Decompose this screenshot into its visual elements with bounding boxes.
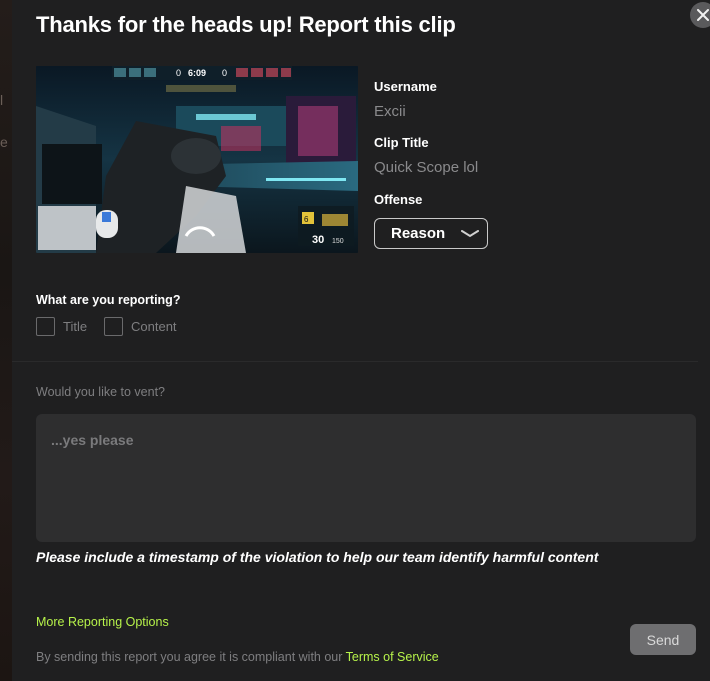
send-button[interactable]: Send	[630, 624, 696, 655]
legal-text: By sending this report you agree it is c…	[36, 650, 439, 664]
offense-select[interactable]: Reason	[374, 218, 488, 249]
clip-title-value: Quick Scope lol	[374, 159, 479, 176]
legal-text-body: By sending this report you agree it is c…	[36, 650, 346, 664]
clip-title-label: Clip Title	[374, 135, 429, 150]
timestamp-hint: Please include a timestamp of the violat…	[36, 549, 599, 565]
content-checkbox[interactable]	[104, 317, 123, 336]
title-checkbox-label: Title	[63, 319, 88, 334]
hud-score-left: 0	[176, 68, 181, 78]
hud-reserve: 150	[332, 238, 344, 245]
terms-of-service-link[interactable]: Terms of Service	[346, 650, 439, 664]
username-value: Excii	[374, 103, 406, 120]
video-thumbnail: 6:09 0 0 6 30 150	[36, 66, 358, 253]
title-checkbox-row[interactable]: Title	[36, 317, 87, 336]
close-icon	[697, 9, 709, 21]
clip-thumbnail[interactable]: 6:09 0 0 6 30 150	[36, 66, 358, 253]
backdrop-fragment: e	[0, 134, 8, 150]
section-divider	[12, 361, 698, 362]
vent-label: Would you like to vent?	[36, 385, 166, 399]
reporting-label: What are you reporting?	[36, 293, 181, 307]
hud-gadget: 6	[304, 215, 309, 224]
chevron-down-icon	[461, 229, 480, 237]
hud-timer: 6:09	[188, 68, 206, 78]
more-reporting-options-link[interactable]: More Reporting Options	[36, 615, 169, 629]
content-checkbox-row[interactable]: Content	[104, 317, 177, 336]
title-checkbox[interactable]	[36, 317, 55, 336]
close-button[interactable]	[690, 2, 710, 28]
vent-textarea[interactable]	[36, 414, 696, 542]
offense-select-value: Reason	[391, 225, 446, 242]
content-checkbox-label: Content	[131, 319, 177, 334]
hud-score-right: 0	[222, 68, 227, 78]
backdrop-fragment: l	[0, 92, 4, 108]
modal-title: Thanks for the heads up! Report this cli…	[36, 12, 456, 37]
username-label: Username	[374, 79, 437, 94]
offense-label: Offense	[374, 192, 423, 207]
hud-ammo: 30	[312, 234, 324, 246]
